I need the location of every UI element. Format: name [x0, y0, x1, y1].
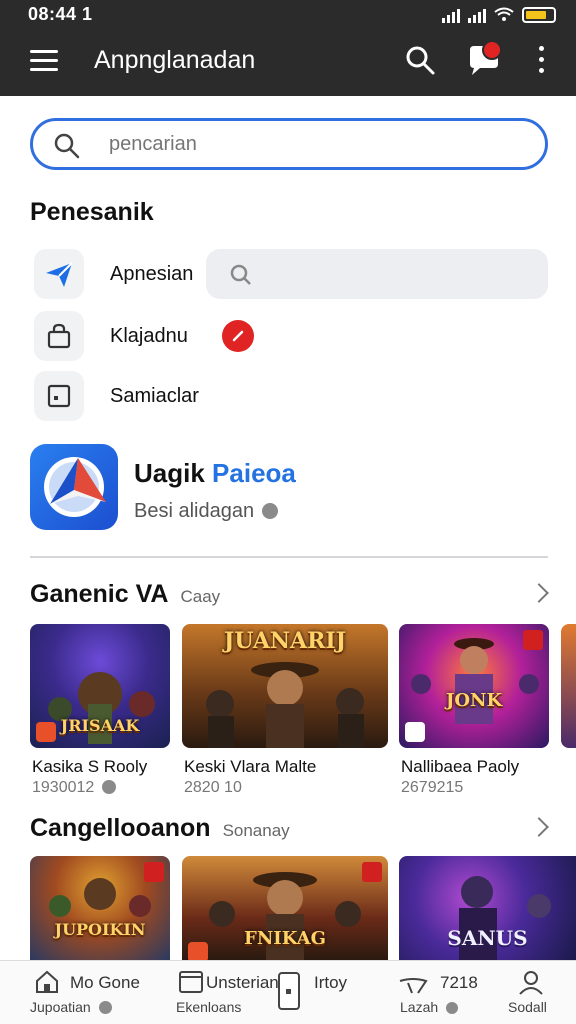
chevron-right-icon[interactable]: [529, 817, 549, 837]
square-icon: [34, 371, 84, 421]
alert-badge-icon: [222, 320, 254, 352]
tablet-icon: [179, 971, 203, 993]
signal-2-icon: [468, 7, 486, 23]
game-tile[interactable]: JRISAAK: [30, 624, 170, 748]
chevron-right-icon[interactable]: [529, 583, 549, 603]
game-art: [561, 624, 576, 748]
hamburger-menu-icon[interactable]: [30, 50, 58, 72]
nav-item-profile[interactable]: Sodall: [504, 961, 564, 1024]
status-icons: [442, 4, 556, 26]
row-title-text: Ganenic VA: [30, 580, 169, 608]
nav-sublabel-text: Lazah: [400, 999, 439, 1015]
game-tile[interactable]: JONK: [399, 624, 549, 748]
search-icon[interactable]: [404, 44, 436, 76]
section-title: Penesanik: [30, 198, 154, 226]
app-logo[interactable]: [30, 444, 118, 530]
more-options-icon[interactable]: [534, 46, 548, 76]
refresh-search-icon: [230, 264, 251, 285]
game-name: Keski Vlara Malte: [184, 757, 317, 776]
game-meta: 2820 10: [184, 779, 242, 796]
row-subtitle: Caay: [180, 587, 221, 606]
featured-app-name[interactable]: Uagik Paieoa: [134, 458, 296, 489]
signal-icon: [442, 7, 460, 23]
nav-label: Unsterian: [206, 973, 279, 992]
game-art-title: SANUS: [447, 926, 528, 950]
row-subtitle: Sonanay: [222, 821, 290, 840]
game-badge-icon: [36, 722, 56, 742]
verified-check-icon: [446, 1002, 459, 1014]
menu-item-samiaclar[interactable]: Samiaclar: [34, 371, 199, 421]
quick-search-pill[interactable]: [206, 249, 548, 299]
game-tile[interactable]: SANUS: [399, 856, 576, 960]
nav-sublabel: Ekenloans: [176, 999, 242, 1015]
nav-sublabel: Sodall: [508, 999, 547, 1015]
nav-sublabel: Jupoatian: [30, 999, 112, 1015]
game-meta: 1930012: [32, 779, 117, 797]
profile-icon: [519, 971, 543, 995]
menu-item-label: Apnesian: [110, 262, 194, 285]
row-title: Cangellooanon Sonanay: [30, 814, 290, 843]
verified-check-icon: [98, 1001, 112, 1014]
menu-item-label: Samiaclar: [110, 384, 199, 407]
nav-label: 7218: [440, 973, 478, 992]
page-title: Anpnglanadan: [94, 46, 256, 74]
game-badge-icon: [188, 942, 208, 960]
status-time: 08:44 1: [28, 4, 93, 24]
notification-badge: [482, 40, 502, 60]
featured-app-subtitle: Besi alidagan: [134, 500, 279, 523]
game-tile[interactable]: JUANARIJ: [182, 624, 388, 748]
game-art-title: JONK: [445, 690, 503, 711]
nav-label: Mo Gone: [70, 973, 140, 992]
app-bar: 08:44 1 Anpnglanadan: [0, 0, 576, 96]
game-tile[interactable]: FNIKAG: [182, 856, 388, 960]
row-title: Ganenic VA Caay: [30, 580, 220, 609]
game-name: Kasika S Rooly: [32, 757, 148, 776]
nav-sublabel-text: Jupoatian: [30, 999, 91, 1015]
nav-label: Irtoy: [314, 973, 348, 992]
divider: [30, 556, 548, 558]
game-art-title: JUPOIKIN: [54, 920, 146, 939]
row-title-text: Cangellooanon: [30, 814, 211, 842]
nav-item-home[interactable]: Mo Gone Jupoatian: [30, 961, 150, 1024]
app-name-part1: Uagik: [134, 458, 205, 488]
game-meta-text: 1930012: [32, 779, 95, 796]
battery-icon: [522, 7, 556, 23]
game-tile[interactable]: JUPOIKIN: [30, 856, 170, 960]
game-corner-icon: [405, 722, 425, 742]
search-input[interactable]: [109, 129, 529, 159]
nav-item-irtoy[interactable]: Irtoy: [276, 961, 376, 1024]
wifi-icon: [494, 7, 514, 21]
game-name: Nallibaea Paoly: [401, 757, 520, 776]
home-icon: [36, 970, 58, 993]
game-tile-peek[interactable]: [561, 624, 576, 748]
menu-item-label: Klajadnu: [110, 324, 188, 347]
game-badge-icon: [523, 630, 543, 650]
game-badge-red-icon: [362, 862, 382, 882]
game-art-title: FNIKAG: [244, 928, 326, 949]
menu-item-apnesian[interactable]: Apnesian: [34, 249, 193, 299]
verified-check-icon: [102, 780, 117, 794]
verified-check-icon: [262, 503, 279, 519]
game-badge-icon: [144, 862, 164, 882]
nav-item-lazah[interactable]: 7218 Lazah: [398, 961, 488, 1024]
bottom-navigation: Mo Gone Jupoatian Unsterian Ekenloans Ir…: [0, 960, 576, 1024]
plane-icon: [399, 978, 428, 994]
phone-icon: [278, 972, 300, 1010]
app-subtitle-text: Besi alidagan: [134, 500, 255, 522]
nav-sublabel: Lazah: [400, 999, 459, 1015]
bag-icon: [34, 311, 84, 361]
game-art-title: JUANARIJ: [223, 628, 347, 654]
search-bar[interactable]: [30, 118, 548, 170]
menu-item-klajadnu[interactable]: Klajadnu: [34, 311, 188, 361]
game-meta: 2679215: [401, 779, 464, 796]
search-field-icon: [54, 133, 80, 159]
app-name-part2: Paieoa: [212, 458, 296, 488]
send-arrow-icon: [34, 249, 84, 299]
nav-item-unsterian[interactable]: Unsterian Ekenloans: [176, 961, 279, 1024]
